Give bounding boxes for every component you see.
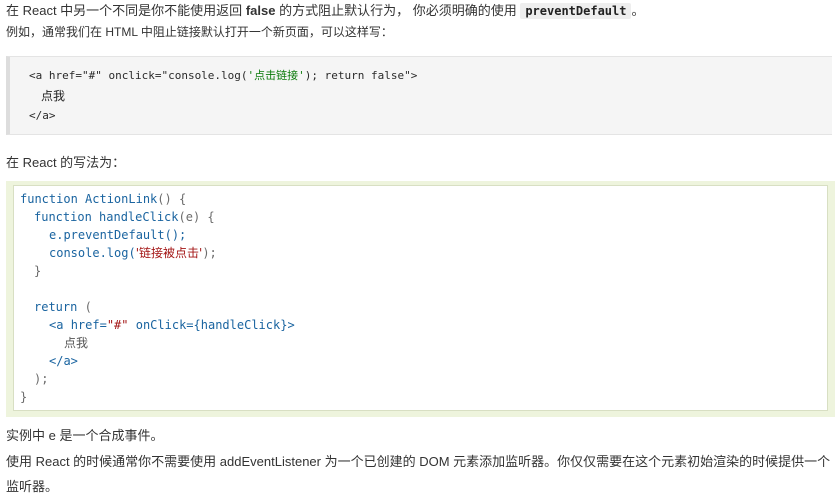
intro-text-mid: 的方式阻止默认行为， 你必须明确的使用	[279, 3, 517, 18]
code-line: function ActionLink() {	[20, 192, 187, 206]
code-line: }	[34, 264, 42, 278]
example-paragraph: 例如，通常我们在 HTML 中阻止链接默认打开一个新页面，可以这样写：	[6, 25, 393, 39]
intro-paragraph: 在 React 中另一个不同是你不能使用返回 false 的方式阻止默认行为， …	[6, 1, 645, 21]
code-line: <a href="#" onclick="console.log('点击链接')…	[29, 69, 418, 82]
code-line: function handleClick(e) {	[34, 210, 215, 224]
react-code-frame: function ActionLink() { function handleC…	[6, 181, 835, 417]
code-line: e.preventDefault();	[49, 228, 187, 242]
html-code-block: <a href="#" onclick="console.log('点击链接')…	[6, 56, 832, 135]
listener-paragraph: 使用 React 的时候通常你不需要使用 addEventListener 为一…	[6, 454, 831, 469]
code-line: </a>	[29, 109, 56, 122]
code-line: );	[34, 372, 49, 386]
inline-code-preventdefault: preventDefault	[520, 3, 632, 19]
react-heading: 在 React 的写法为：	[6, 155, 126, 170]
intro-bold-false: false	[245, 3, 276, 18]
code-line: </a>	[49, 354, 78, 368]
listener-paragraph-cont: 监听器。	[6, 479, 59, 494]
code-line: <a href="#" onClick={handleClick}>	[49, 318, 295, 332]
react-code-block: function ActionLink() { function handleC…	[13, 185, 828, 411]
code-line: 点我	[64, 336, 89, 350]
intro-text-end: 。	[631, 3, 645, 18]
synthetic-event-note: 实例中 e 是一个合成事件。	[6, 428, 164, 443]
intro-text: 在 React 中另一个不同是你不能使用返回	[6, 3, 243, 18]
code-line: 点我	[41, 89, 66, 103]
code-line: console.log('链接被点击');	[49, 246, 217, 260]
code-line: return (	[34, 300, 92, 314]
code-line: }	[20, 390, 28, 404]
